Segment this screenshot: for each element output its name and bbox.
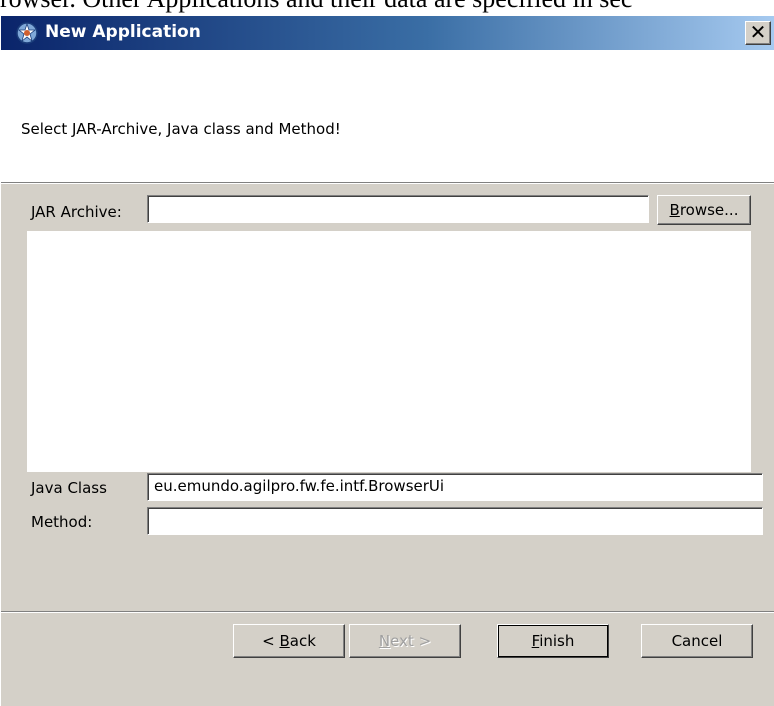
banner-message: Select JAR-Archive, Java class and Metho… bbox=[21, 120, 341, 138]
footer-separator bbox=[1, 611, 774, 613]
next-button[interactable]: Next > bbox=[349, 624, 461, 658]
jar-class-tree[interactable] bbox=[27, 231, 751, 472]
java-class-input[interactable]: eu.emundo.agilpro.fw.fe.intf.BrowserUi bbox=[147, 473, 763, 501]
method-label: Method: bbox=[31, 513, 93, 531]
back-label-accel: B bbox=[279, 632, 290, 650]
document-caption-fragment: rowser. Other Applications and their dat… bbox=[0, 0, 632, 14]
method-input[interactable] bbox=[147, 507, 763, 535]
back-button[interactable]: < Back bbox=[233, 624, 345, 658]
close-button[interactable]: ✕ bbox=[745, 21, 771, 45]
jar-archive-input[interactable] bbox=[147, 195, 649, 223]
browse-button[interactable]: Browse... bbox=[657, 195, 751, 225]
finish-button[interactable]: Finish bbox=[497, 624, 609, 658]
close-icon: ✕ bbox=[749, 20, 767, 44]
browse-label-accel: B bbox=[669, 201, 680, 219]
next-label-suffix: ext > bbox=[390, 632, 432, 650]
jar-archive-label: JAR Archive: bbox=[31, 203, 122, 221]
back-label-suffix: ack bbox=[289, 632, 316, 650]
wizard-banner: Select JAR-Archive, Java class and Metho… bbox=[1, 50, 774, 183]
finish-label-suffix: inish bbox=[539, 632, 575, 650]
application-gear-icon bbox=[16, 22, 38, 44]
window-title: New Application bbox=[45, 22, 201, 42]
new-application-dialog: New Application ✕ Select JAR-Archive, Ja… bbox=[0, 16, 774, 706]
title-bar[interactable]: New Application ✕ bbox=[1, 16, 774, 50]
cancel-button[interactable]: Cancel bbox=[641, 624, 753, 658]
back-label-prefix: < bbox=[262, 632, 280, 650]
java-class-label: Java Class bbox=[31, 479, 107, 497]
banner-separator bbox=[1, 183, 774, 184]
browse-label-suffix: rowse... bbox=[679, 201, 739, 219]
next-label-accel: N bbox=[378, 632, 391, 650]
